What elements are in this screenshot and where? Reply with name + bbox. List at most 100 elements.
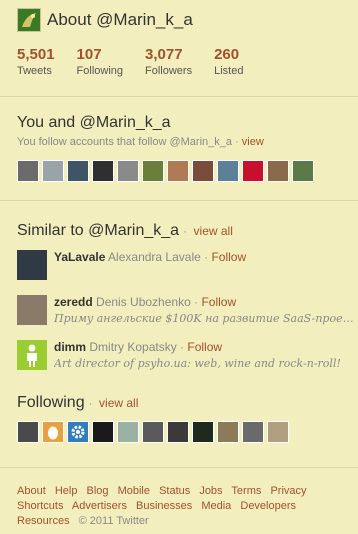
footer-link-mobile[interactable]: Mobile bbox=[118, 485, 150, 497]
avatar[interactable] bbox=[167, 160, 189, 182]
avatar[interactable] bbox=[17, 340, 47, 370]
avatar[interactable] bbox=[142, 421, 164, 443]
footer-link-media[interactable]: Media bbox=[201, 500, 231, 512]
stat-listed[interactable]: 260 Listed bbox=[214, 46, 243, 78]
avatar[interactable] bbox=[17, 295, 47, 325]
avatar[interactable] bbox=[267, 160, 289, 182]
footer-link-blog[interactable]: Blog bbox=[87, 485, 109, 497]
avatar[interactable] bbox=[167, 421, 189, 443]
stat-tweets[interactable]: 5,501 Tweets bbox=[17, 46, 55, 78]
profile-sidebar: About @Marin_k_a 5,501 Tweets 107 Follow… bbox=[0, 0, 358, 534]
footer-link-advertisers[interactable]: Advertisers bbox=[72, 500, 127, 512]
avatar[interactable] bbox=[42, 160, 64, 182]
page-title: About @Marin_k_a bbox=[47, 10, 193, 29]
divider bbox=[0, 200, 358, 201]
username-link[interactable]: dimm bbox=[54, 340, 86, 354]
avatar[interactable] bbox=[117, 421, 139, 443]
separator-dot: · bbox=[88, 396, 93, 410]
user-bio: Art director of psyho.ua: web, wine and … bbox=[54, 357, 341, 370]
full-name: Alexandra Lavale bbox=[108, 250, 201, 264]
avatar[interactable] bbox=[67, 421, 89, 443]
footer-link-privacy[interactable]: Privacy bbox=[270, 485, 306, 497]
stat-label: Tweets bbox=[17, 65, 52, 77]
avatar[interactable] bbox=[17, 421, 39, 443]
egg-avatar[interactable] bbox=[42, 421, 64, 443]
stat-label: Listed bbox=[214, 65, 244, 77]
avatar[interactable] bbox=[67, 160, 89, 182]
avatar[interactable] bbox=[242, 160, 264, 182]
avatar[interactable] bbox=[192, 160, 214, 182]
full-name: Dmitry Kopatsky bbox=[89, 340, 177, 354]
avatar[interactable] bbox=[292, 160, 314, 182]
avatar[interactable] bbox=[267, 421, 289, 443]
avatar[interactable] bbox=[192, 421, 214, 443]
copyright: © 2011 Twitter bbox=[78, 515, 149, 527]
stats-bar: 5,501 Tweets 107 Following 3,077 Followe… bbox=[17, 46, 265, 78]
footer-link-status[interactable]: Status bbox=[159, 485, 190, 497]
stat-number: 107 bbox=[76, 46, 102, 63]
header: About @Marin_k_a bbox=[17, 8, 193, 32]
view-link[interactable]: view bbox=[242, 136, 264, 148]
username-link[interactable]: YaLavale bbox=[54, 250, 105, 264]
profile-avatar-icon[interactable] bbox=[17, 8, 41, 32]
separator-dot: · bbox=[200, 250, 212, 264]
footer-link-help[interactable]: Help bbox=[55, 485, 78, 497]
username-link[interactable]: zeredd bbox=[54, 295, 93, 309]
stat-number: 260 bbox=[214, 46, 240, 63]
separator-dot: · bbox=[176, 340, 188, 354]
similar-heading: Similar to @Marin_k_a bbox=[17, 222, 180, 239]
avatar[interactable] bbox=[242, 421, 264, 443]
full-name: Denis Ubozhenko bbox=[96, 295, 191, 309]
following-avatars bbox=[17, 421, 292, 443]
similar-title: Similar to @Marin_k_a · view all bbox=[17, 222, 233, 240]
divider bbox=[0, 467, 358, 468]
following-heading: Following bbox=[17, 394, 85, 411]
stat-followers[interactable]: 3,077 Followers bbox=[145, 46, 192, 78]
avatar[interactable] bbox=[92, 421, 114, 443]
you-and-title: You and @Marin_k_a bbox=[17, 114, 171, 132]
stat-following[interactable]: 107 Following bbox=[77, 46, 123, 78]
following-title: Following · view all bbox=[17, 394, 138, 412]
egg-icon bbox=[43, 422, 63, 442]
similar-user-info: YaLavale Alexandra Lavale · Follow bbox=[54, 250, 358, 265]
similar-user-line: YaLavale Alexandra Lavale · Follow bbox=[54, 250, 358, 265]
stat-number: 5,501 bbox=[17, 46, 55, 63]
avatar[interactable] bbox=[142, 160, 164, 182]
similar-user-info: zeredd Denis Ubozhenko · Follow Приму ан… bbox=[54, 295, 358, 325]
gear-icon bbox=[68, 422, 88, 442]
footer-link-about[interactable]: About bbox=[17, 485, 46, 497]
follow-button[interactable]: Follow bbox=[201, 295, 236, 309]
stat-label: Following bbox=[76, 65, 124, 77]
footer-link-shortcuts[interactable]: Shortcuts bbox=[17, 500, 63, 512]
footer-link-jobs[interactable]: Jobs bbox=[199, 485, 222, 497]
similar-view-all-link[interactable]: view all bbox=[194, 224, 233, 238]
avatar[interactable] bbox=[17, 250, 47, 280]
avatar[interactable] bbox=[92, 160, 114, 182]
follow-button[interactable]: Follow bbox=[211, 250, 246, 264]
footer-link-terms[interactable]: Terms bbox=[231, 485, 261, 497]
you-and-subtitle-text: You follow accounts that follow @Marin_k… bbox=[17, 136, 232, 148]
separator-dot: · bbox=[232, 136, 242, 148]
following-view-all-link[interactable]: view all bbox=[99, 396, 138, 410]
user-bio: Приму ангельские $100K на развитие SaaS-… bbox=[54, 312, 358, 325]
follow-button[interactable]: Follow bbox=[187, 340, 222, 354]
you-and-heading: You and @Marin_k_a bbox=[17, 114, 171, 131]
divider bbox=[0, 96, 358, 97]
stat-number: 3,077 bbox=[145, 46, 183, 63]
stat-label: Followers bbox=[145, 65, 193, 77]
separator-dot: · bbox=[190, 295, 202, 309]
footer-link-businesses[interactable]: Businesses bbox=[136, 500, 192, 512]
footer: About Help Blog Mobile Status Jobs Terms… bbox=[17, 484, 347, 529]
separator-dot: · bbox=[183, 224, 188, 238]
you-and-subtitle: You follow accounts that follow @Marin_k… bbox=[17, 136, 264, 148]
avatar[interactable] bbox=[117, 160, 139, 182]
similar-user-info: dimm Dmitry Kopatsky · Follow Art direct… bbox=[54, 340, 358, 370]
avatar[interactable] bbox=[217, 160, 239, 182]
footer-link-developers[interactable]: Developers bbox=[240, 500, 296, 512]
avatar[interactable] bbox=[217, 421, 239, 443]
mutual-avatars bbox=[17, 160, 317, 182]
footer-link-resources[interactable]: Resources bbox=[17, 515, 70, 527]
similar-user-line: dimm Dmitry Kopatsky · Follow bbox=[54, 340, 358, 355]
similar-user-line: zeredd Denis Ubozhenko · Follow bbox=[54, 295, 358, 310]
avatar[interactable] bbox=[17, 160, 39, 182]
